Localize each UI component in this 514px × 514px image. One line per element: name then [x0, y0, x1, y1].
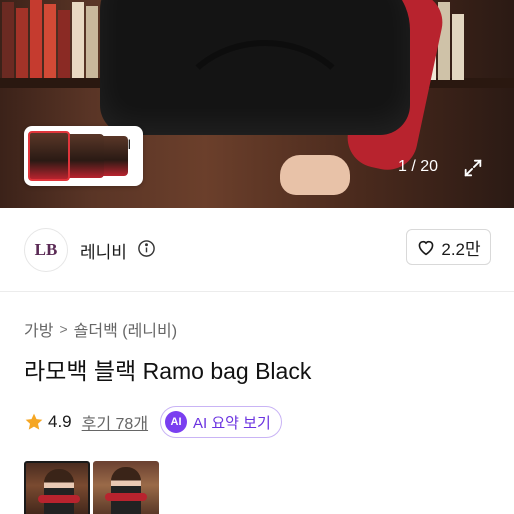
- gallery-thumbnail[interactable]: [93, 461, 159, 514]
- image-gallery-strip: [24, 461, 159, 514]
- breadcrumb-item[interactable]: 가방: [24, 317, 53, 341]
- rating-value: 4.9: [48, 412, 72, 431]
- like-count: 2.2만: [441, 239, 481, 259]
- expand-icon[interactable]: [462, 157, 484, 179]
- ai-summary-button[interactable]: AI AI 요약 보기: [160, 406, 282, 438]
- ai-badge-icon: AI: [165, 411, 188, 433]
- like-button[interactable]: 2.2만: [406, 229, 491, 265]
- seller-row: LB 레니비 2.2만: [0, 208, 514, 292]
- gallery-thumbnail[interactable]: [24, 461, 90, 514]
- star-icon: [25, 413, 43, 430]
- ai-summary-label: AI 요약 보기: [193, 414, 271, 432]
- breadcrumb: 가방 > 숄더백 (레니비): [24, 317, 177, 341]
- reviews-link[interactable]: 후기 78개: [82, 410, 148, 434]
- seller-name[interactable]: 레니비: [80, 238, 127, 263]
- seller-logo[interactable]: LB: [24, 228, 68, 272]
- info-icon[interactable]: [137, 239, 156, 258]
- image-counter: 1 / 20: [398, 158, 439, 175]
- rating-row: 4.9 후기 78개 AI AI 요약 보기: [24, 406, 282, 438]
- thumbnail-1[interactable]: [28, 131, 70, 181]
- hand: [280, 155, 350, 195]
- breadcrumb-item[interactable]: 숄더백 (레니비): [74, 317, 177, 341]
- product-title: 라모백 블랙 Ramo bag Black: [24, 358, 312, 384]
- breadcrumb-separator: >: [59, 321, 68, 337]
- bookshelf-left: [0, 0, 110, 80]
- ai-photo-thumbnails[interactable]: AI ›: [24, 126, 143, 186]
- heart-icon: [418, 240, 434, 256]
- product-image-carousel[interactable]: AI › 1 / 20: [0, 0, 514, 208]
